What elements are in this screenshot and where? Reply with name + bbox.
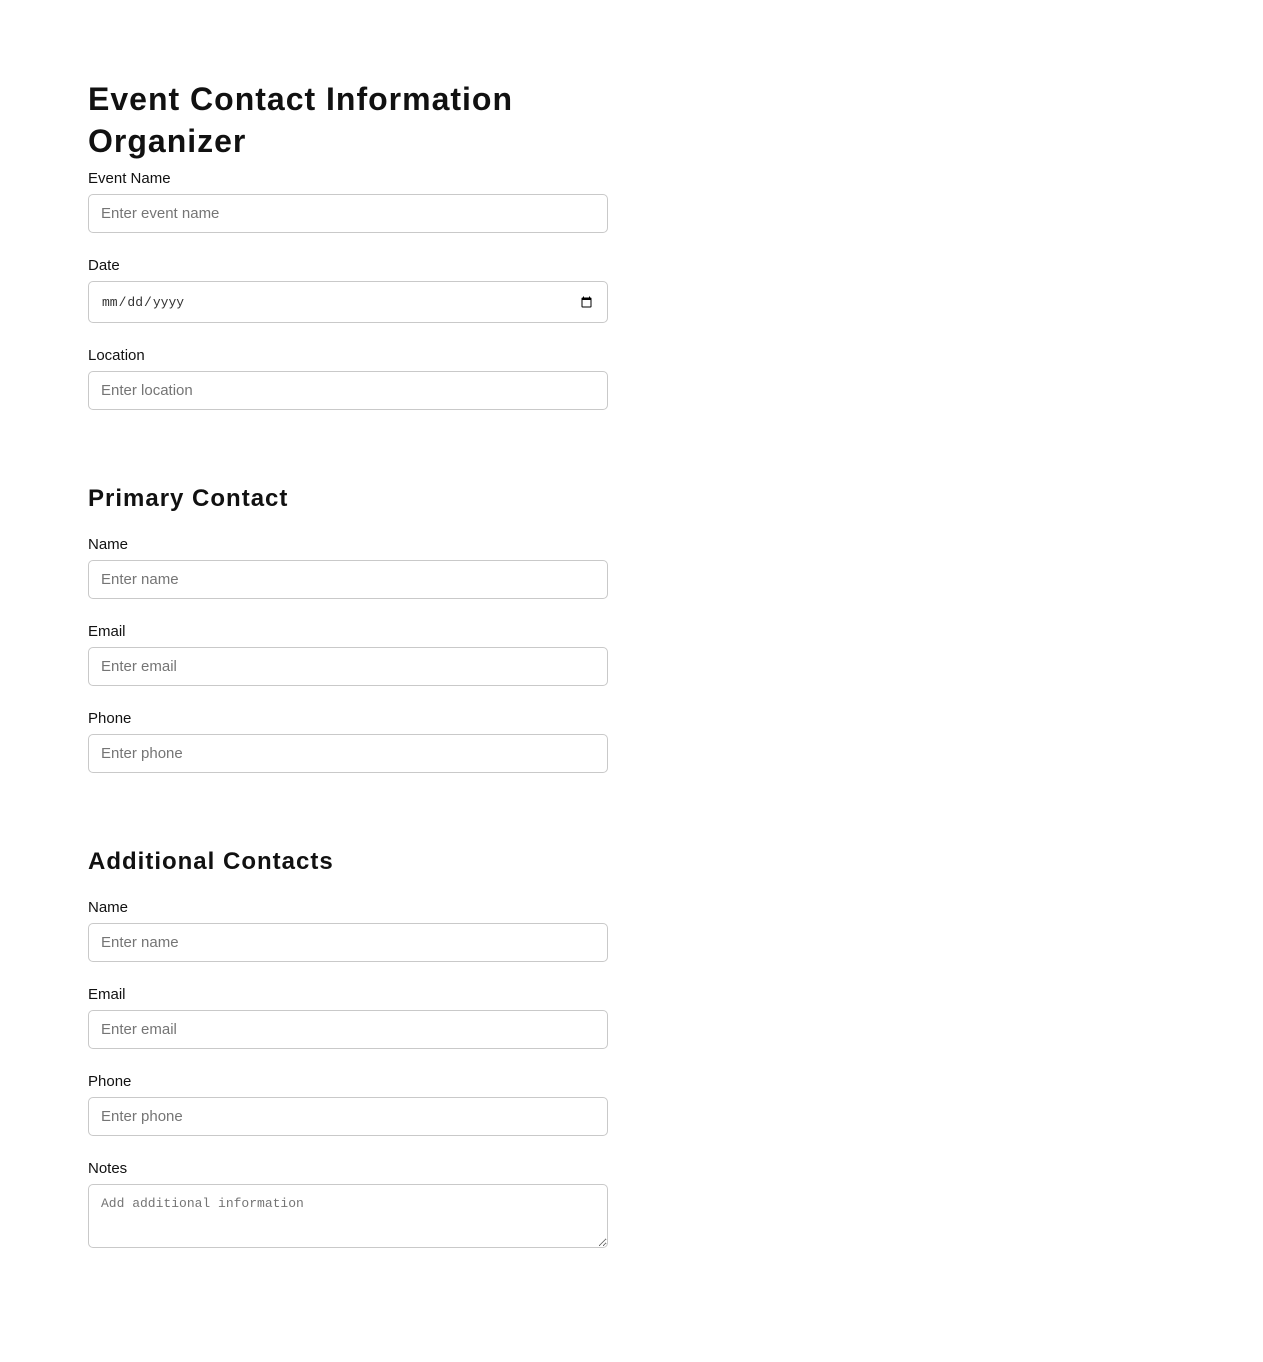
primary-phone-input[interactable]: [88, 734, 608, 773]
event-name-input[interactable]: [88, 194, 608, 233]
date-input[interactable]: [88, 281, 608, 323]
notes-label: Notes: [88, 1160, 128, 1177]
primary-phone-label: Phone: [88, 710, 132, 727]
page-title: Event Contact Information Organizer: [88, 81, 514, 159]
primary-name-input[interactable]: [88, 560, 608, 599]
date-label: Date: [88, 257, 120, 274]
additional-phone-label: Phone: [88, 1073, 132, 1090]
event-name-field: Event Name: [88, 170, 608, 233]
primary-name-label: Name: [88, 536, 129, 553]
additional-phone-input[interactable]: [88, 1097, 608, 1136]
event-organizer-form: Event Contact Information Organizer Even…: [88, 78, 608, 1273]
date-field: Date: [88, 257, 608, 323]
additional-email-field: Email: [88, 986, 608, 1049]
additional-email-input[interactable]: [88, 1010, 608, 1049]
additional-name-field: Name: [88, 899, 608, 962]
primary-email-label: Email: [88, 623, 126, 640]
location-input[interactable]: [88, 371, 608, 410]
additional-name-input[interactable]: [88, 923, 608, 962]
additional-contacts-heading: Additional Contacts: [88, 848, 334, 875]
notes-textarea[interactable]: [88, 1184, 608, 1248]
primary-contact-heading: Primary Contact: [88, 485, 289, 512]
primary-email-input[interactable]: [88, 647, 608, 686]
notes-field: Notes: [88, 1160, 608, 1253]
event-name-label: Event Name: [88, 170, 171, 187]
location-field: Location: [88, 347, 608, 410]
additional-email-label: Email: [88, 986, 126, 1003]
additional-name-label: Name: [88, 899, 129, 916]
primary-phone-field: Phone: [88, 710, 608, 773]
additional-phone-field: Phone: [88, 1073, 608, 1136]
primary-name-field: Name: [88, 536, 608, 599]
primary-email-field: Email: [88, 623, 608, 686]
location-label: Location: [88, 347, 145, 364]
